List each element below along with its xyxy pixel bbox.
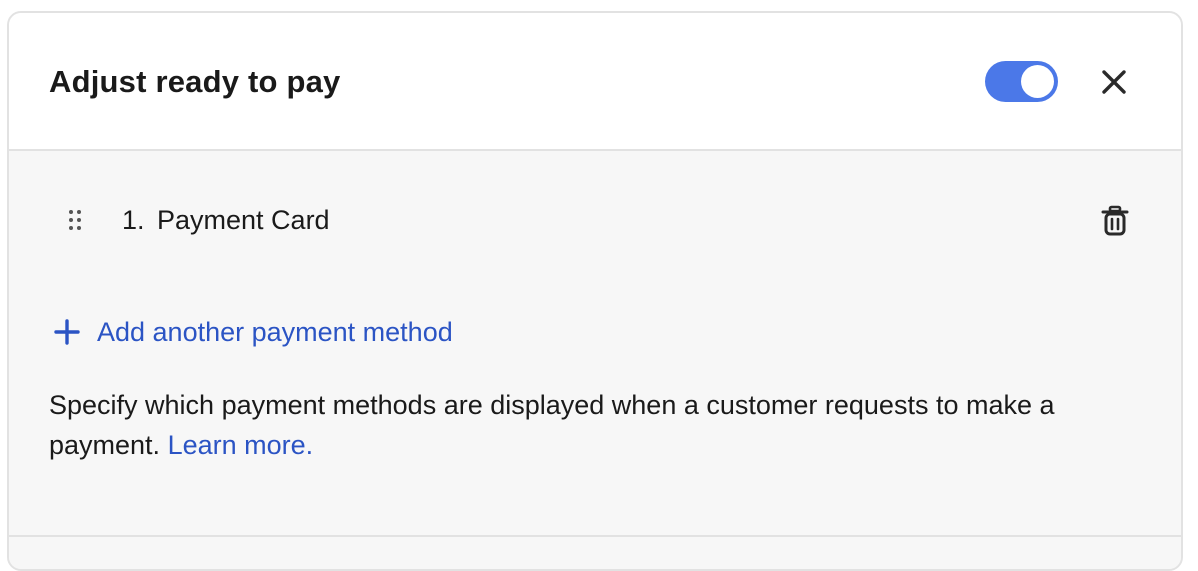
panel-header: Adjust ready to pay bbox=[9, 13, 1181, 151]
close-button[interactable] bbox=[1099, 67, 1129, 97]
payment-method-row: 1. Payment Card bbox=[9, 151, 1181, 291]
learn-more-link[interactable]: Learn more. bbox=[168, 430, 314, 460]
panel-footer bbox=[9, 537, 1181, 569]
add-payment-method-label: Add another payment method bbox=[97, 317, 453, 347]
payment-method-label: Payment Card bbox=[157, 205, 330, 235]
add-payment-method-button[interactable]: Add another payment method bbox=[53, 315, 453, 349]
drag-handle-icon[interactable] bbox=[67, 208, 83, 232]
adjust-ready-to-pay-panel: Adjust ready to pay 1. Payment Card Add … bbox=[7, 11, 1183, 571]
panel-title: Adjust ready to pay bbox=[49, 64, 341, 99]
trash-icon bbox=[1101, 205, 1129, 236]
ready-to-pay-toggle[interactable] bbox=[985, 61, 1058, 102]
close-icon bbox=[1102, 70, 1126, 94]
plus-icon bbox=[54, 319, 80, 345]
panel-body: 1. Payment Card Add another payment meth… bbox=[9, 151, 1181, 535]
payment-method-number: 1. bbox=[122, 205, 145, 235]
delete-payment-method-button[interactable] bbox=[1101, 205, 1129, 237]
description-text: Specify which payment methods are displa… bbox=[49, 385, 1159, 465]
toggle-knob bbox=[1021, 65, 1054, 98]
